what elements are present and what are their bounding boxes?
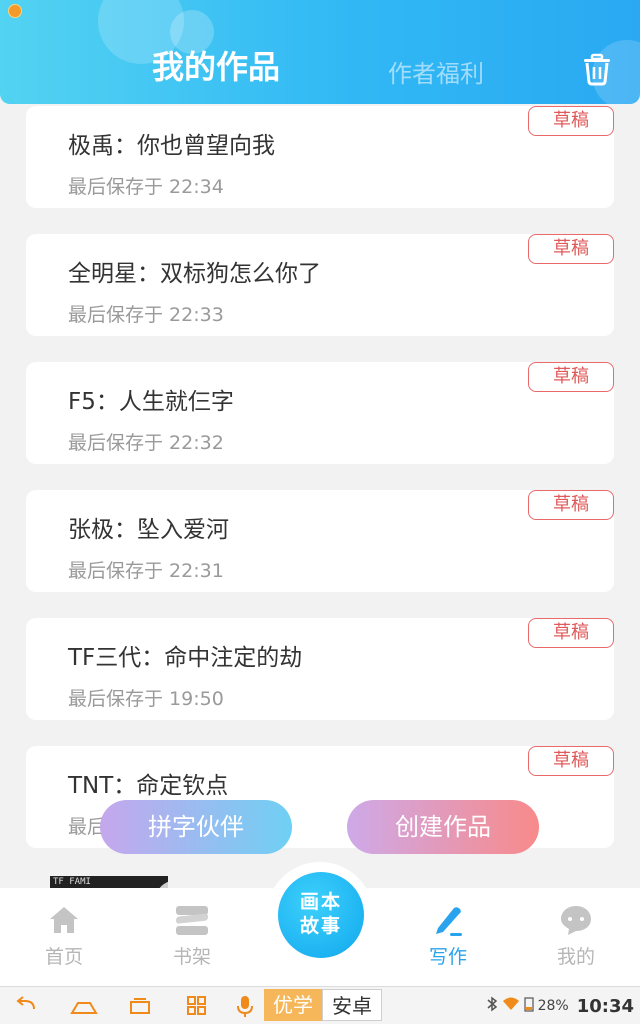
nav-home[interactable]: 首页 [0, 888, 128, 986]
picture-story-line2: 故事 [299, 915, 342, 937]
draft-badge: 草稿 [528, 234, 614, 264]
notification-dot-icon [8, 4, 22, 18]
draft-badge: 草稿 [528, 106, 614, 136]
work-saved-time: 最后保存于 22:34 [68, 176, 224, 198]
microphone-icon[interactable] [234, 995, 258, 1017]
top-header: 我的作品 作者福利 [0, 0, 640, 104]
picture-story-line1: 画本 [299, 891, 342, 913]
thumbnail-image: TF FAMI [50, 876, 168, 888]
battery-percent: 28% [537, 998, 569, 1014]
work-title: TNT：命定钦点 [68, 773, 229, 799]
nav-mine-label: 我的 [556, 946, 595, 968]
work-card[interactable]: 全明星：双标狗怎么你了 最后保存于 22:33 草稿 [26, 234, 614, 336]
nav-write[interactable]: 写作 [384, 888, 512, 986]
work-card[interactable]: 张极：坠入爱河 最后保存于 22:31 草稿 [26, 490, 614, 592]
draft-badge: 草稿 [528, 618, 614, 648]
wifi-icon [502, 996, 520, 1016]
battery-icon [523, 996, 534, 1016]
create-work-button[interactable]: 创建作品 [347, 800, 539, 854]
work-saved-time: 最后保存于 22:31 [68, 560, 224, 582]
picture-story-button[interactable]: 画本 故事 [278, 872, 364, 958]
work-card[interactable]: TF三代：命中注定的劫 最后保存于 19:50 草稿 [26, 618, 614, 720]
work-title: 张极：坠入爱河 [68, 517, 229, 543]
chat-bubble-icon [558, 902, 594, 938]
recent-apps-icon[interactable] [128, 995, 152, 1017]
grid-icon[interactable] [186, 995, 210, 1017]
bookshelf-icon [174, 902, 210, 938]
work-card[interactable]: F5：人生就仨字 最后保存于 22:32 草稿 [26, 362, 614, 464]
work-title: 全明星：双标狗怎么你了 [68, 261, 321, 287]
work-title: 极禹：你也曾望向我 [68, 133, 275, 159]
work-title: TF三代：命中注定的劫 [68, 645, 303, 671]
thumbnail-face [158, 878, 168, 888]
bluetooth-icon [486, 996, 498, 1016]
ime-youxue-toggle[interactable]: 优学 [264, 989, 322, 1021]
work-card[interactable]: 极禹：你也曾望向我 最后保存于 22:34 草稿 [26, 106, 614, 208]
draft-badge: 草稿 [528, 362, 614, 392]
nav-mine[interactable]: 我的 [512, 888, 640, 986]
tab-my-works[interactable]: 我的作品 [152, 42, 280, 88]
status-indicators: 28% 10:34 [486, 993, 634, 1019]
draft-badge: 草稿 [528, 490, 614, 520]
pen-icon [430, 902, 466, 938]
home-button-icon[interactable] [70, 995, 98, 1017]
work-title: F5：人生就仨字 [68, 389, 234, 415]
trash-icon[interactable] [580, 52, 614, 86]
draft-badge: 草稿 [528, 746, 614, 776]
thumbnail-caption: TF FAMI [53, 877, 91, 887]
system-navigation-bar: 优学 安卓 28% 10:34 [0, 986, 640, 1024]
back-icon[interactable] [14, 995, 38, 1017]
nav-home-label: 首页 [44, 946, 83, 968]
nav-bookshelf[interactable]: 书架 [128, 888, 256, 986]
nav-write-label: 写作 [428, 946, 467, 968]
work-saved-time: 最后保存于 22:32 [68, 432, 224, 454]
clock: 10:34 [576, 995, 634, 1017]
work-saved-time: 最后保存于 19:50 [68, 688, 224, 710]
nav-bookshelf-label: 书架 [172, 946, 211, 968]
tab-author-benefits[interactable]: 作者福利 [388, 54, 484, 89]
home-icon [46, 902, 82, 938]
work-saved-time: 最后保存于 22:33 [68, 304, 224, 326]
spelling-partner-button[interactable]: 拼字伙伴 [100, 800, 292, 854]
ime-android-toggle[interactable]: 安卓 [322, 989, 382, 1021]
